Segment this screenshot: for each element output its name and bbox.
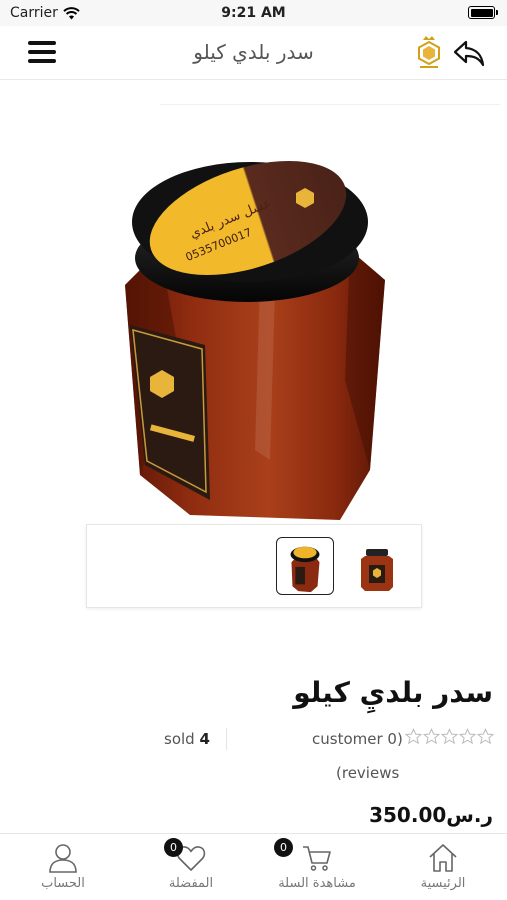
- sold-number: 4: [199, 730, 210, 748]
- star-empty-icon: [459, 728, 476, 745]
- star-empty-icon: [423, 728, 440, 745]
- tab-favorites-label: المفضلة: [168, 876, 214, 891]
- tab-favorites[interactable]: 0 المفضلة: [136, 838, 246, 891]
- bottom-tab-bar: الحساب 0 المفضلة 0 مشاهدة السلة الرئيسية: [0, 833, 507, 900]
- jar-side-thumb[interactable]: [347, 537, 405, 595]
- meta-separator: [226, 728, 227, 750]
- star-empty-icon: [441, 728, 458, 745]
- sold-label: sold: [164, 730, 195, 748]
- cart-badge: 0: [274, 838, 293, 857]
- favorites-badge: 0: [164, 838, 183, 857]
- tab-account-label: الحساب: [41, 876, 85, 891]
- header-divider: [160, 104, 500, 105]
- star-empty-icon: [477, 728, 494, 745]
- reviews-label[interactable]: (reviews: [336, 764, 399, 782]
- status-time: 9:21 AM: [221, 5, 286, 21]
- customer-reviews-count[interactable]: customer 0): [312, 730, 403, 748]
- home-icon: [429, 844, 457, 872]
- rating-stars[interactable]: [405, 728, 494, 745]
- product-meta-row: sold 4 customer 0): [0, 728, 507, 752]
- tab-home[interactable]: الرئيسية: [388, 842, 498, 891]
- tab-account[interactable]: الحساب: [8, 842, 118, 891]
- thumbnail-strip: [86, 524, 422, 608]
- jar-front-thumb[interactable]: [276, 537, 334, 595]
- cart-icon: [303, 846, 331, 871]
- tab-home-label: الرئيسية: [420, 876, 466, 891]
- user-icon: [49, 844, 77, 873]
- battery-icon: [468, 6, 498, 19]
- tab-cart-label: مشاهدة السلة: [278, 876, 356, 891]
- sold-count: sold 4: [164, 730, 210, 748]
- product-main-image: عسل سدر بلدي 0535700017: [125, 160, 385, 520]
- shop-logo-icon: [418, 36, 440, 68]
- product-price: ر.س350.00: [369, 803, 493, 827]
- tab-cart[interactable]: 0 مشاهدة السلة: [262, 838, 372, 891]
- status-bar: Carrier 9:21 AM: [0, 0, 507, 26]
- navigation-bar: سدر بلدي كيلو: [0, 26, 507, 80]
- product-name: سدر بلديِ كيلو: [293, 676, 493, 709]
- back-arrow-icon[interactable]: [452, 38, 486, 68]
- star-empty-icon: [405, 728, 422, 745]
